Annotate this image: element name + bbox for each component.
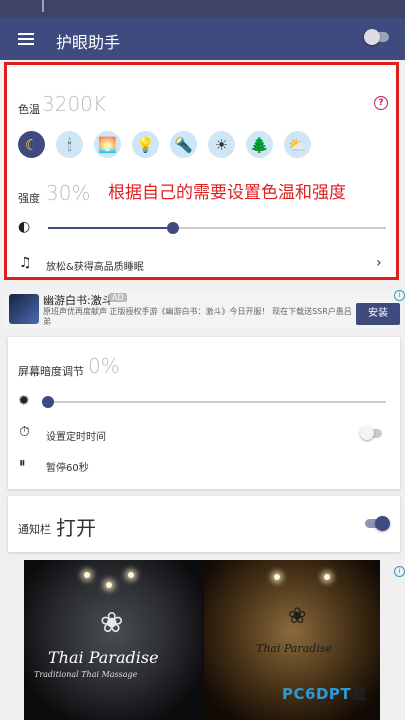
pause-link[interactable]: 暂停60秒 [46,459,89,474]
chevron-right-icon[interactable]: › [376,255,382,271]
watermark: PC6DPT载 [282,683,367,704]
brightness-icon: ✹ [18,393,30,409]
brightness-value: 0% [88,354,120,378]
ad-tag: AD [109,293,127,302]
app-title: 护眼助手 [56,33,121,52]
partly-cloudy-icon[interactable]: ⛅ [284,131,311,158]
brightness-slider-track[interactable] [48,401,386,403]
fluorescent-icon[interactable]: 🔦 [170,131,197,158]
watermark-brand: PC6DPT [282,685,352,703]
hamburger-icon[interactable] [18,33,34,45]
brand-name-left: Thai Paradise [48,648,159,667]
brightness-slider-thumb[interactable] [42,396,54,408]
sunrise-icon[interactable]: 🌅 [94,131,121,158]
ad-info-icon-2[interactable]: i [394,566,405,577]
music-note-icon: ♫ [19,255,32,271]
massage-room-left [24,560,202,720]
sleep-link[interactable]: 放松&获得高品质睡眠 [46,258,144,273]
temp-value: 3200K [42,92,107,116]
candle-icon[interactable]: 🕯 [56,131,83,158]
help-icon[interactable]: ? [374,96,388,110]
intensity-slider-thumb[interactable] [167,222,180,234]
install-button[interactable]: 安装 [356,303,400,325]
moon-icon[interactable]: ☾ [18,131,45,158]
app-bar: 护眼助手 [0,18,405,60]
trees-icon[interactable]: 🌲 [246,131,273,158]
notification-value: 打开 [56,516,96,540]
timer-label: 设置定时时间 [46,432,106,443]
contrast-icon: ◐ [18,219,31,235]
intensity-slider-fill [48,227,174,229]
sun-icon[interactable]: ☀ [208,131,235,158]
status-bar [0,0,405,18]
timer-icon: ⏱ [19,424,30,440]
ad-description: 原班声优再度献声 正版授权手游《幽游白书：激斗》今日开服！ 现在下载送SSR户愚… [43,307,352,326]
notification-toggle[interactable] [365,516,390,531]
master-toggle[interactable] [364,29,389,45]
timer-toggle[interactable] [360,426,382,440]
lotus-logo-right: ❀ [288,604,307,629]
lotus-logo: ❀ [100,606,124,639]
brand-subtitle-left: Traditional Thai Massage [34,670,138,679]
bulb-icon[interactable]: 💡 [132,131,159,158]
ad-info-icon[interactable]: i [394,290,405,301]
game-avatar [9,294,39,324]
temp-label: 色温 [18,103,40,116]
intensity-value: 30% [46,181,91,205]
intensity-label: 强度 [18,192,40,205]
notification-label: 通知栏 [18,523,51,536]
watermark-suffix: 载 [351,685,367,703]
annotation-text: 根据自己的需要设置色温和强度 [108,183,346,203]
brand-name-right: Thai Paradise [256,642,332,655]
temp-presets: ☾ 🕯 🌅 💡 🔦 ☀ 🌲 ⛅ [18,131,311,158]
ad-title: 幽游白书:激斗 [43,294,113,307]
ad-banner[interactable]: 幽游白书:激斗 AD 原班声优再度献声 正版授权手游《幽游白书：激斗》今日开服！… [6,290,400,328]
brightness-label: 屏幕暗度调节 [18,365,84,378]
pause-icon: ⏸ [19,456,26,471]
